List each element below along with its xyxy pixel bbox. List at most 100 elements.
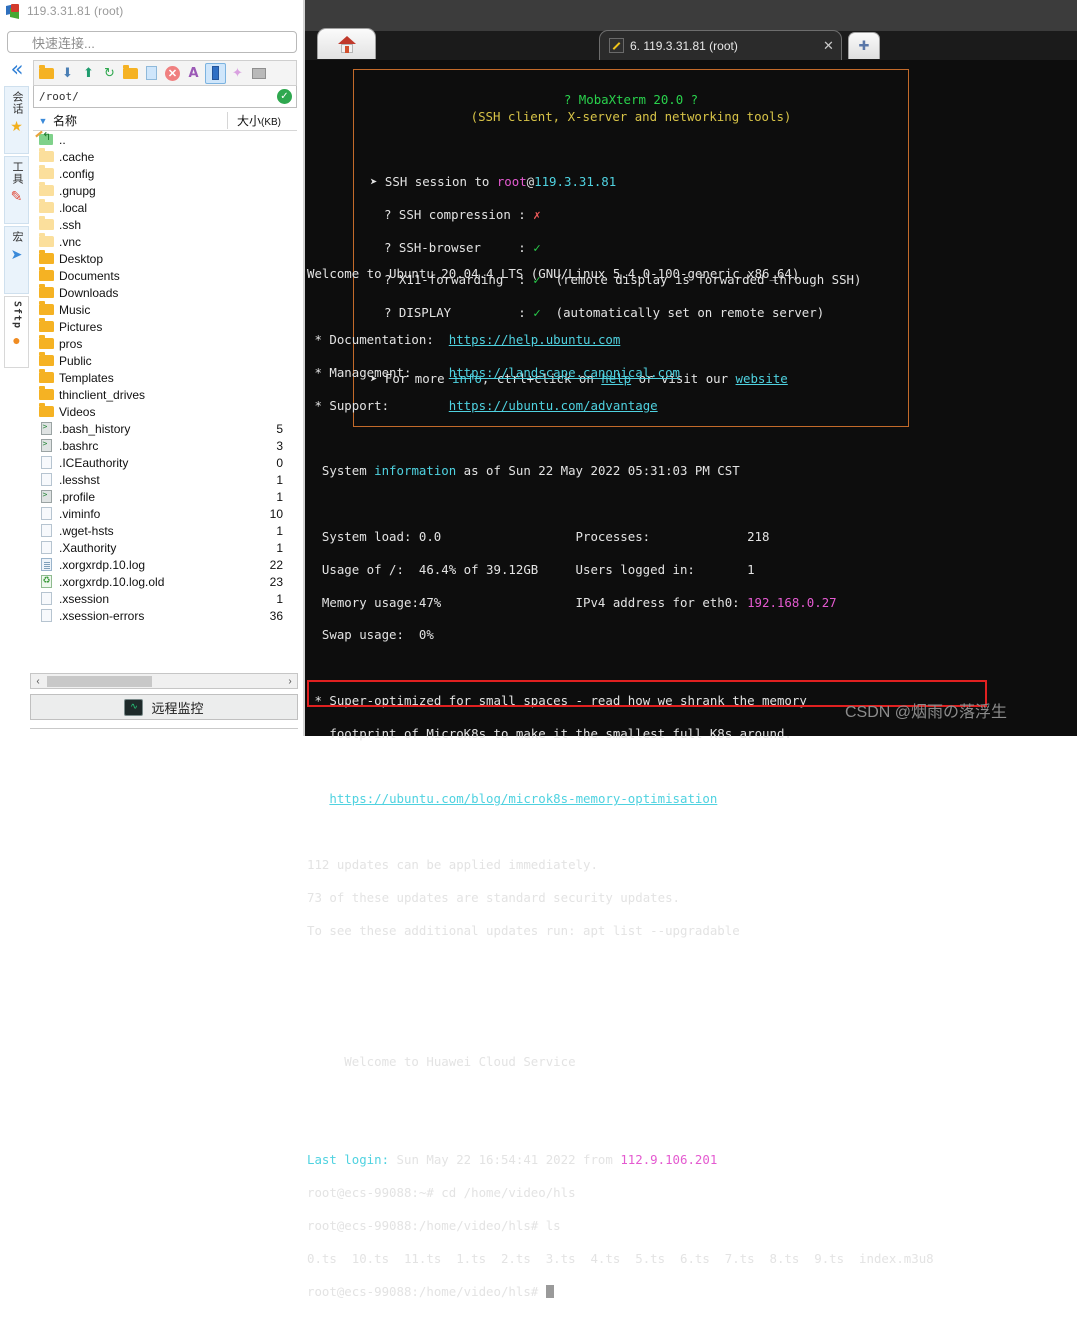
folder-icon	[33, 199, 59, 213]
sftp-browser: ⬇ ⬆ ↻ ✕ A ✦ /root/ ✓	[33, 60, 297, 108]
file-list-row[interactable]: Pictures	[33, 318, 297, 335]
file-list-row[interactable]: pros	[33, 335, 297, 352]
new-folder-icon[interactable]	[121, 64, 140, 83]
chevron-double-left-icon[interactable]: «	[5, 56, 29, 82]
file-list-row[interactable]: .gnupg	[33, 182, 297, 199]
stat-0-left-value: 0.0	[418, 528, 442, 544]
banner-session-prefix: SSH session to	[384, 174, 497, 190]
quick-connect-input[interactable]: 快速连接...	[7, 31, 297, 53]
terminal-tab-active[interactable]: 6. 119.3.31.81 (root) ✕	[599, 30, 842, 60]
file-list-row[interactable]: .cache	[33, 148, 297, 165]
motd-link-1-url[interactable]: https://landscape.canonical.com	[449, 365, 680, 380]
close-icon[interactable]: ✕	[822, 38, 835, 54]
file-list-row[interactable]: .lesshst 1	[33, 471, 297, 488]
sidebar-item-sessions[interactable]: 会话 ★	[4, 86, 29, 154]
terminal-icon[interactable]	[249, 64, 268, 83]
file-name: .xorgxrdp.10.log.old	[59, 574, 165, 589]
motd-link-0-url[interactable]: https://help.ubuntu.com	[449, 332, 621, 347]
file-list-row[interactable]: .Xauthority 1	[33, 539, 297, 556]
script-file-icon	[33, 422, 59, 435]
folder-icon	[33, 352, 59, 366]
sftp-path-value: /root/	[39, 90, 79, 103]
file-list-row[interactable]: .ICEauthority 0	[33, 454, 297, 471]
file-list-row[interactable]: ..	[33, 131, 297, 148]
file-list-row[interactable]: .xsession 1	[33, 590, 297, 607]
sidebar-item-tools[interactable]: 工具 ✎	[4, 156, 29, 224]
command-2: ls	[545, 1217, 561, 1233]
delete-icon[interactable]: ✕	[163, 64, 182, 83]
file-list-row[interactable]: Videos	[33, 403, 297, 420]
sftp-toolbar: ⬇ ⬆ ↻ ✕ A ✦	[33, 60, 297, 86]
folder-icon	[33, 216, 59, 230]
file-list-row[interactable]: .xorgxrdp.10.log 22	[33, 556, 297, 573]
terminal-screen[interactable]: ? MobaXterm 20.0 ? (SSH client, X-server …	[305, 60, 1077, 1299]
text-edit-icon[interactable]: A	[184, 64, 203, 83]
sidebar-item-sessions-label: 会话	[11, 91, 23, 115]
scrollbar-thumb[interactable]	[47, 676, 152, 687]
file-list-row[interactable]: .viminfo 10	[33, 505, 297, 522]
file-list-row[interactable]: .wget-hsts 1	[33, 522, 297, 539]
file-list-row[interactable]: .bashrc 3	[33, 437, 297, 454]
refresh-icon[interactable]: ↻	[100, 64, 119, 83]
file-list[interactable]: .. .cache .config .gnupg .local .ssh .vnc Deskt…	[33, 131, 297, 666]
split-view-icon[interactable]	[205, 62, 226, 84]
parent-folder-icon[interactable]	[37, 64, 56, 83]
stat-2-left-label: Memory usage:	[321, 594, 419, 610]
file-list-row[interactable]: .local	[33, 199, 297, 216]
paper-plane-icon: ➤	[10, 246, 23, 262]
column-header-name[interactable]: 名称	[53, 112, 227, 129]
globe-icon: ●	[12, 332, 21, 349]
file-list-row[interactable]: .xsession-errors 36	[33, 607, 297, 624]
motd-note-link[interactable]: https://ubuntu.com/blog/microk8s-memory-…	[329, 791, 717, 806]
file-name: .lesshst	[59, 472, 100, 487]
file-list-row[interactable]: Downloads	[33, 284, 297, 301]
motd-welcome: Welcome to Ubuntu 20.04.4 LTS (GNU/Linux…	[307, 266, 800, 282]
plus-icon[interactable]: ✚	[848, 32, 880, 59]
file-list-row[interactable]: Templates	[33, 369, 297, 386]
sidebar-item-macros[interactable]: 宏 ➤	[4, 226, 29, 294]
remote-monitoring-button[interactable]: ∿ 远程监控	[30, 694, 298, 720]
side-rail: « 会话 ★ 工具 ✎ 宏 ➤ Sftp ●	[3, 56, 29, 368]
file-list-row[interactable]: thinclient_drives	[33, 386, 297, 403]
magic-wand-icon[interactable]: ✦	[228, 64, 247, 83]
file-list-row[interactable]: Music	[33, 301, 297, 318]
motd-sysinfo-pre: System	[307, 463, 375, 479]
sftp-path-bar[interactable]: /root/ ✓	[33, 86, 297, 108]
banner-session-host: 119.3.31.81	[534, 174, 617, 190]
file-name: thinclient_drives	[59, 387, 146, 402]
stat-1-right-label: Users logged in:	[575, 561, 695, 577]
file-list-row[interactable]: Documents	[33, 267, 297, 284]
file-name: .xsession	[59, 591, 110, 606]
file-list-row[interactable]: .profile 1	[33, 488, 297, 505]
sidebar-item-sftp[interactable]: Sftp ●	[4, 296, 29, 368]
home-tab[interactable]	[317, 28, 376, 59]
file-list-row[interactable]: .bash_history 5	[33, 420, 297, 437]
file-list-row[interactable]: .config	[33, 165, 297, 182]
stat-2-left-value: 47%	[418, 594, 442, 610]
file-list-row[interactable]: .ssh	[33, 216, 297, 233]
terminal-window: 6. 119.3.31.81 (root) ✕ ✚ ? MobaXterm 20…	[305, 0, 1077, 1299]
motd-link-2-url[interactable]: https://ubuntu.com/advantage	[449, 398, 658, 413]
file-name: Templates	[59, 370, 114, 385]
file-list-row[interactable]: Public	[33, 352, 297, 369]
sort-caret-icon[interactable]: ▼	[33, 116, 53, 126]
file-list-row[interactable]: .vnc	[33, 233, 297, 250]
scroll-left-arrow-icon[interactable]: ‹	[31, 676, 45, 687]
file-list-row[interactable]: .xorgxrdp.10.log.old 23	[33, 573, 297, 590]
new-file-icon[interactable]	[142, 64, 161, 83]
text-file-icon	[33, 507, 59, 520]
last-login-rest: Sun May 22 16:54:41 2022 from	[389, 1152, 621, 1168]
upload-icon[interactable]: ⬆	[79, 64, 98, 83]
motd-updates-2: 73 of these updates are standard securit…	[307, 889, 680, 905]
scroll-right-arrow-icon[interactable]: ›	[283, 676, 297, 687]
download-icon[interactable]: ⬇	[58, 64, 77, 83]
file-list-hscrollbar[interactable]: ‹ ›	[30, 673, 298, 689]
file-size: 1	[276, 472, 283, 487]
stat-1-left-label: Usage of /:	[321, 561, 404, 577]
file-list-row[interactable]: Desktop	[33, 250, 297, 267]
motd-link-2-label: * Support:	[307, 397, 449, 413]
stat-0-left-label: System load:	[321, 528, 412, 544]
folder-icon	[33, 233, 59, 247]
file-name: .xsession-errors	[59, 608, 145, 623]
column-header-size[interactable]: 大小(KB)	[227, 112, 297, 129]
